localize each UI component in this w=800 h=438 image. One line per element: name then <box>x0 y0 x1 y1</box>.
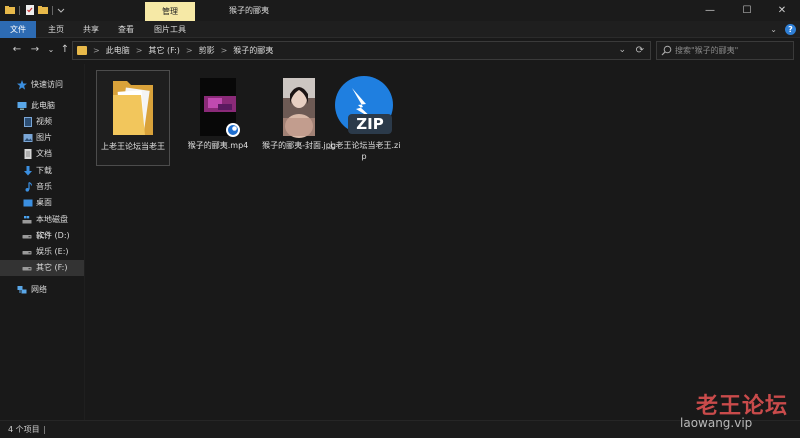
forward-button[interactable]: → <box>28 43 42 57</box>
image-thumbnail <box>283 78 315 138</box>
zip-badge-label: ZIP <box>356 115 383 133</box>
windows-drive-icon <box>22 216 32 224</box>
breadcrumb: > 此电脑 > 其它 (F:) > 剪影 > 猴子的郦夷 <box>93 42 273 59</box>
tab-view[interactable]: 查看 <box>111 21 141 38</box>
address-row: ← → ⌄ ↑ > 此电脑 > 其它 (F:) > 剪影 > 猴子的郦夷 ⌄ ⟳ <box>0 38 800 64</box>
search-input[interactable] <box>675 43 791 58</box>
sidebar-item-desktop[interactable]: 桌面 <box>0 195 84 211</box>
drive-icon <box>22 267 32 271</box>
sidebar-item-drive-f[interactable]: 其它 (F:) <box>0 260 84 276</box>
sidebar-item-label: 其它 (F:) <box>36 263 68 272</box>
breadcrumb-separator: > <box>93 46 100 55</box>
download-icon <box>24 166 32 176</box>
toolbar-separator <box>52 6 53 15</box>
star-icon <box>17 80 27 90</box>
customize-toolbar-icon[interactable] <box>56 5 66 15</box>
breadcrumb-jianying[interactable]: 剪影 <box>199 42 215 59</box>
computer-icon <box>17 102 27 110</box>
sidebar-item-label: 下载 <box>36 166 52 175</box>
sidebar-item-downloads[interactable]: 下载 <box>0 163 84 179</box>
manage-tab[interactable]: 管理 <box>145 2 195 21</box>
sidebar-item-label: 文档 <box>36 149 52 158</box>
drive-icon <box>22 235 32 239</box>
picture-icon <box>23 134 33 142</box>
file-name: 上老王论坛当老王.zip <box>327 141 401 161</box>
status-bar: 4 个项目 <box>0 420 800 438</box>
sidebar-item-network[interactable]: 网络 <box>0 282 84 298</box>
file-name: 上老王论坛当老王 <box>101 142 165 151</box>
sidebar-item-label: 视频 <box>36 117 52 126</box>
sidebar-item-label: 网络 <box>31 285 47 294</box>
recent-locations-button[interactable]: ⌄ <box>44 43 58 57</box>
new-folder-icon[interactable] <box>38 5 48 15</box>
video-thumbnail <box>200 78 240 137</box>
item-count: 4 个项目 <box>8 425 40 434</box>
folder-icon <box>113 81 153 135</box>
navigation-pane: 快速访问 此电脑 视频 图片 文档 下载 音乐 桌面 本地磁盘 (C:) 软件 … <box>0 64 84 420</box>
tab-picture-tools[interactable]: 图片工具 <box>149 21 191 38</box>
status-separator <box>44 426 45 434</box>
close-button[interactable]: ✕ <box>764 0 800 21</box>
breadcrumb-separator[interactable]: > <box>221 42 228 59</box>
sidebar-item-label: 图片 <box>36 133 52 142</box>
file-item-image[interactable]: 猴子的郦夷-封面.jpg <box>262 70 336 166</box>
maximize-button[interactable]: ☐ <box>729 0 765 21</box>
sidebar-item-music[interactable]: 音乐 <box>0 179 84 195</box>
sidebar-item-label: 软件 (D:) <box>36 231 70 240</box>
ribbon-controls: ⌄ ? <box>770 23 796 36</box>
music-icon <box>25 182 32 192</box>
drive-icon <box>22 251 32 255</box>
sidebar-item-documents[interactable]: 文档 <box>0 146 84 162</box>
breadcrumb-separator[interactable]: > <box>186 42 193 59</box>
tab-home[interactable]: 主页 <box>41 21 71 38</box>
file-list: 上老王论坛当老王 猴子的郦夷.mp4 猴子的郦夷-封面.jpg ZIP 上老王论… <box>85 64 800 420</box>
minimize-button[interactable]: — <box>692 0 728 21</box>
ribbon-tabs: 文件 主页 共享 查看 图片工具 ⌄ ? <box>0 21 800 38</box>
video-icon <box>24 117 32 127</box>
folder-icon[interactable] <box>5 5 15 15</box>
window-title: 猴子的郦夷 <box>229 6 269 15</box>
sidebar-item-drive-d[interactable]: 软件 (D:) <box>0 228 84 244</box>
file-name: 猴子的郦夷-封面.jpg <box>262 141 336 150</box>
sidebar-item-drive-e[interactable]: 娱乐 (E:) <box>0 244 84 260</box>
sidebar-item-quick-access[interactable]: 快速访问 <box>0 77 84 93</box>
search-icon <box>661 45 672 56</box>
sidebar-item-label: 桌面 <box>36 198 52 207</box>
address-bar[interactable]: > 此电脑 > 其它 (F:) > 剪影 > 猴子的郦夷 ⌄ ⟳ <box>72 41 651 60</box>
breadcrumb-drive-f[interactable]: 其它 (F:) <box>148 42 179 59</box>
refresh-button[interactable]: ⟳ <box>636 42 644 59</box>
tab-share[interactable]: 共享 <box>76 21 106 38</box>
breadcrumb-current-folder[interactable]: 猴子的郦夷 <box>233 42 273 59</box>
breadcrumb-separator[interactable]: > <box>136 42 143 59</box>
folder-icon <box>77 46 87 55</box>
file-item-video[interactable]: 猴子的郦夷.mp4 <box>181 70 255 166</box>
zip-icon: ZIP <box>335 76 393 134</box>
toolbar-separator <box>19 6 20 15</box>
sidebar-item-drive-c[interactable]: 本地磁盘 (C:) <box>0 212 84 240</box>
properties-icon[interactable] <box>25 5 35 15</box>
sidebar-item-label: 音乐 <box>36 182 52 191</box>
sidebar-item-label: 此电脑 <box>31 101 55 110</box>
back-button[interactable]: ← <box>10 43 24 57</box>
up-button[interactable]: ↑ <box>58 43 72 57</box>
help-icon[interactable]: ? <box>785 24 796 35</box>
desktop-icon <box>23 199 33 207</box>
file-item-folder[interactable]: 上老王论坛当老王 <box>96 70 170 166</box>
title-bar: 管理 猴子的郦夷 — ☐ ✕ <box>0 0 800 21</box>
network-icon <box>17 286 27 294</box>
sidebar-item-this-pc[interactable]: 此电脑 <box>0 98 84 114</box>
file-name: 猴子的郦夷.mp4 <box>187 141 249 150</box>
search-box[interactable] <box>656 41 794 60</box>
sidebar-item-videos[interactable]: 视频 <box>0 114 84 130</box>
sidebar-item-label: 娱乐 (E:) <box>36 247 69 256</box>
file-item-zip[interactable]: ZIP 上老王论坛当老王.zip <box>327 70 401 166</box>
expand-ribbon-icon[interactable]: ⌄ <box>770 25 777 34</box>
breadcrumb-this-pc[interactable]: 此电脑 <box>106 42 130 59</box>
sidebar-item-pictures[interactable]: 图片 <box>0 130 84 146</box>
document-icon <box>24 149 32 159</box>
address-dropdown-button[interactable]: ⌄ <box>618 42 626 59</box>
sidebar-item-label: 快速访问 <box>31 80 63 89</box>
tab-file[interactable]: 文件 <box>0 21 36 38</box>
